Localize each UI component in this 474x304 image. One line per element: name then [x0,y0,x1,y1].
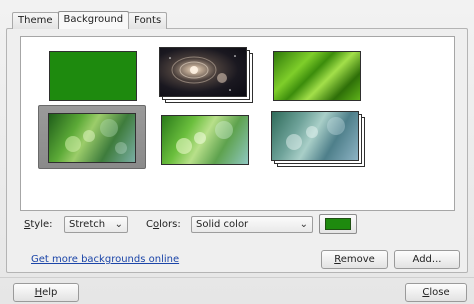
green-leaf-preview [273,51,361,101]
green-bokeh-preview [48,113,136,163]
tab-fonts[interactable]: Fonts [128,12,168,29]
solid-green-preview [49,51,137,101]
tab-bar: Theme Background Fonts [12,11,168,29]
get-more-backgrounds-link[interactable]: Get more backgrounds online [31,254,179,265]
colors-label: Colors: [146,219,181,230]
background-thumb-teal-bokeh[interactable] [271,111,367,167]
color-swatch [325,218,351,230]
close-button[interactable]: Close [405,283,467,302]
appearance-dialog: Theme Background Fonts Style: Stretch ⌄ … [0,0,474,304]
add-button[interactable]: Add... [394,250,460,269]
colors-value: Solid color [196,219,249,230]
background-thumb-solid-green[interactable] [49,51,137,101]
tab-background[interactable]: Background [57,11,130,29]
chevron-down-icon: ⌄ [114,219,123,230]
remove-button[interactable]: Remove [321,250,388,269]
tab-theme[interactable]: Theme [12,12,59,29]
chevron-down-icon: ⌄ [299,219,308,230]
background-gallery[interactable] [20,36,455,211]
dialog-separator [0,277,474,278]
teal-bokeh-preview [271,111,359,161]
background-tab-pane: Style: Stretch ⌄ Colors: Solid color ⌄ G… [6,28,468,273]
background-thumb-galaxy[interactable] [159,47,255,103]
style-combobox[interactable]: Stretch ⌄ [64,216,128,233]
color-picker-button[interactable] [319,214,357,234]
help-button[interactable]: Help [13,283,79,302]
background-thumb-green-leaf[interactable] [273,51,361,101]
background-thumb-green-bokeh[interactable] [48,113,136,163]
background-thumb-green-bokeh-light[interactable] [161,115,249,165]
galaxy-preview [159,47,247,97]
style-label: Style: [24,219,53,230]
colors-combobox[interactable]: Solid color ⌄ [191,216,313,233]
style-value: Stretch [69,219,106,230]
green-bokeh-light-preview [161,115,249,165]
